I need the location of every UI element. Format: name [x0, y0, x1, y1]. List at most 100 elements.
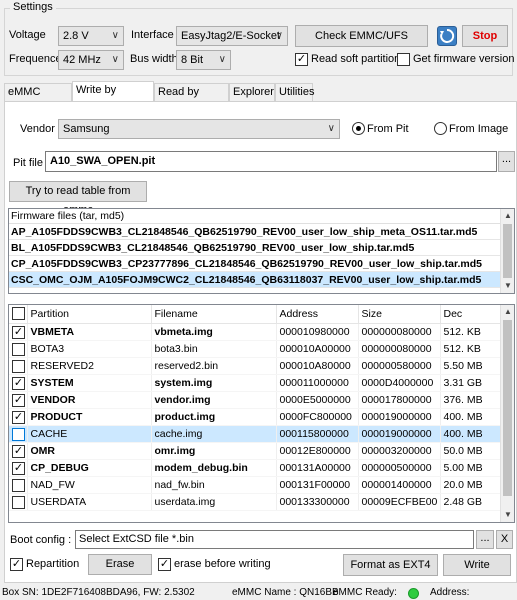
- box-serial-status: Box SN: 1DE2F716408BDA96, FW: 2.5302: [2, 587, 195, 598]
- partition-filename: modem_debug.bin: [151, 459, 277, 477]
- partition-size: 000000500000: [358, 459, 441, 477]
- partition-checkbox-cell[interactable]: ✓: [9, 442, 28, 460]
- tab-emmc-general[interactable]: eMMC General: [4, 83, 72, 115]
- interface-select[interactable]: EasyJtag2/E-Socket ∨: [176, 26, 288, 46]
- tab-utilities[interactable]: Utilities: [275, 83, 314, 102]
- partition-row[interactable]: CACHE cache.img 000115800000 000019000000 40…: [9, 425, 501, 443]
- scrollbar-thumb[interactable]: [503, 320, 512, 496]
- pit-file-input[interactable]: A10_SWA_OPEN.pit: [45, 151, 497, 172]
- partition-checkbox-cell[interactable]: [9, 340, 28, 358]
- from-pit-radio[interactable]: [352, 122, 365, 135]
- boot-config-label: Boot config :: [10, 534, 72, 546]
- read-soft-partitions-checkbox[interactable]: ✓: [295, 53, 308, 66]
- scroll-up-icon[interactable]: ▲: [501, 305, 514, 319]
- partition-address: 000010980000: [276, 323, 359, 341]
- select-all-checkbox[interactable]: [12, 307, 25, 320]
- settings-title: Settings: [10, 1, 56, 13]
- partition-size: 000019000000: [358, 408, 441, 426]
- partition-checkbox[interactable]: [12, 342, 25, 356]
- voltage-select[interactable]: 2.8 V ∨: [58, 26, 124, 46]
- firmware-file-item[interactable]: CSC_OMC_OJM_A105FOJM9CWC2_CL21848546_QB6…: [9, 272, 514, 288]
- frequence-value: 42 MHz: [63, 54, 101, 66]
- try-read-table-button[interactable]: Try to read table from emmc: [9, 181, 147, 216]
- partition-checkbox-cell[interactable]: [9, 476, 28, 494]
- partition-checkbox[interactable]: ✓: [12, 410, 25, 424]
- vendor-select[interactable]: Samsung ∨: [58, 119, 340, 139]
- firmware-scrollbar[interactable]: ▲ ▼: [500, 209, 514, 293]
- partition-checkbox-cell[interactable]: ✓: [9, 391, 28, 409]
- partition-size: 000000080000: [358, 340, 441, 358]
- frequence-select[interactable]: 42 MHz ∨: [58, 50, 124, 70]
- partition-checkbox[interactable]: [12, 359, 25, 373]
- from-image-radio[interactable]: [434, 122, 447, 135]
- partition-checkbox[interactable]: [12, 478, 25, 492]
- check-emmc-button[interactable]: Check EMMC/UFS: [295, 25, 428, 47]
- partition-filename: bota3.bin: [151, 340, 277, 358]
- partition-row[interactable]: ✓ OMR omr.img 00012E800000 000003200000 50.0 …: [9, 442, 501, 460]
- write-button[interactable]: Write: [443, 554, 511, 576]
- column-dec[interactable]: Dec: [440, 305, 501, 324]
- partition-checkbox[interactable]: ✓: [12, 376, 25, 390]
- stop-button[interactable]: Stop: [462, 25, 508, 47]
- firmware-file-item[interactable]: AP_A105FDDS9CWB3_CL21848546_QB62519790_R…: [9, 224, 514, 240]
- firmware-files-list[interactable]: Firmware files (tar, md5) AP_A105FDDS9CW…: [8, 208, 515, 294]
- scrollbar-thumb[interactable]: [503, 224, 512, 278]
- format-ext4-button[interactable]: Format as EXT4: [343, 554, 438, 576]
- bus-width-select[interactable]: 8 Bit ∨: [176, 50, 231, 70]
- refresh-button[interactable]: [437, 26, 457, 46]
- partition-checkbox-cell[interactable]: [9, 493, 28, 511]
- partition-filename: vendor.img: [151, 391, 277, 409]
- partition-row[interactable]: NAD_FW nad_fw.bin 000131F00000 000001400000…: [9, 476, 501, 494]
- partition-row[interactable]: USERDATA userdata.img 000133300000 00009ECF…: [9, 493, 501, 511]
- partition-filename: nad_fw.bin: [151, 476, 277, 494]
- partition-table[interactable]: Partition Filename Address Size Dec ✓ VBM…: [8, 304, 515, 523]
- column-size[interactable]: Size: [358, 305, 441, 324]
- partition-checkbox-cell[interactable]: ✓: [9, 323, 28, 341]
- partition-checkbox-cell[interactable]: ✓: [9, 459, 28, 477]
- column-address[interactable]: Address: [276, 305, 359, 324]
- scroll-down-icon[interactable]: ▼: [501, 279, 514, 293]
- partition-name: PRODUCT: [27, 408, 152, 426]
- partition-row[interactable]: ✓ CP_DEBUG modem_debug.bin 000131A00000 0000…: [9, 459, 501, 477]
- boot-clear-button[interactable]: X: [496, 530, 513, 549]
- partition-checkbox[interactable]: ✓: [12, 461, 25, 475]
- partition-checkbox[interactable]: [12, 427, 25, 441]
- repartition-checkbox[interactable]: ✓: [10, 558, 23, 571]
- tab-write-by-vendor[interactable]: Write by vendor: [72, 81, 154, 113]
- erase-button[interactable]: Erase: [88, 554, 152, 575]
- partition-checkbox-cell[interactable]: [9, 357, 28, 375]
- partition-checkbox[interactable]: ✓: [12, 444, 25, 458]
- partition-row[interactable]: ✓ SYSTEM system.img 000011000000 0000D400000…: [9, 374, 501, 392]
- partition-checkbox-cell[interactable]: [9, 425, 28, 443]
- partition-scrollbar[interactable]: ▲ ▼: [500, 305, 514, 522]
- firmware-file-item[interactable]: BL_A105FDDS9CWB3_CL21848546_QB62519790_R…: [9, 240, 514, 256]
- partition-checkbox[interactable]: ✓: [12, 393, 25, 407]
- scroll-up-icon[interactable]: ▲: [501, 209, 514, 223]
- get-firmware-version-checkbox[interactable]: [397, 53, 410, 66]
- partition-checkbox-cell[interactable]: ✓: [9, 408, 28, 426]
- get-firmware-version-label: Get firmware version: [413, 53, 515, 65]
- column-filename[interactable]: Filename: [151, 305, 277, 324]
- partition-row[interactable]: ✓ PRODUCT product.img 0000FC800000 000019000…: [9, 408, 501, 426]
- read-soft-partitions-label: Read soft partitions: [311, 53, 406, 65]
- column-partition[interactable]: Partition: [27, 305, 152, 324]
- firmware-file-item[interactable]: CP_A105FDDS9CWB3_CP23777896_CL21848546_Q…: [9, 256, 514, 272]
- partition-name: VBMETA: [27, 323, 152, 341]
- chevron-down-icon: ∨: [111, 30, 119, 41]
- partition-row[interactable]: BOTA3 bota3.bin 000010A00000 000000080000 51…: [9, 340, 501, 358]
- tab-read-by-vendor[interactable]: Read by vendor: [154, 83, 229, 115]
- partition-row[interactable]: RESERVED2 reserved2.bin 000010A80000 000000…: [9, 357, 501, 375]
- partition-row[interactable]: ✓ VENDOR vendor.img 0000E5000000 00001780000…: [9, 391, 501, 409]
- partition-row[interactable]: ✓ VBMETA vbmeta.img 000010980000 00000008000…: [9, 323, 501, 341]
- partition-dec: 50.0 MB: [440, 442, 501, 460]
- partition-checkbox-cell[interactable]: ✓: [9, 374, 28, 392]
- tab-explorer[interactable]: Explorer: [229, 83, 275, 102]
- select-all-header[interactable]: [9, 305, 28, 324]
- scroll-down-icon[interactable]: ▼: [501, 508, 514, 522]
- partition-checkbox[interactable]: ✓: [12, 325, 25, 339]
- partition-checkbox[interactable]: [12, 495, 25, 509]
- boot-config-input[interactable]: Select ExtCSD file *.bin: [75, 530, 474, 549]
- boot-browse-button[interactable]: ...: [476, 530, 494, 549]
- erase-before-writing-checkbox[interactable]: ✓: [158, 558, 171, 571]
- pit-browse-button[interactable]: ...: [498, 151, 515, 172]
